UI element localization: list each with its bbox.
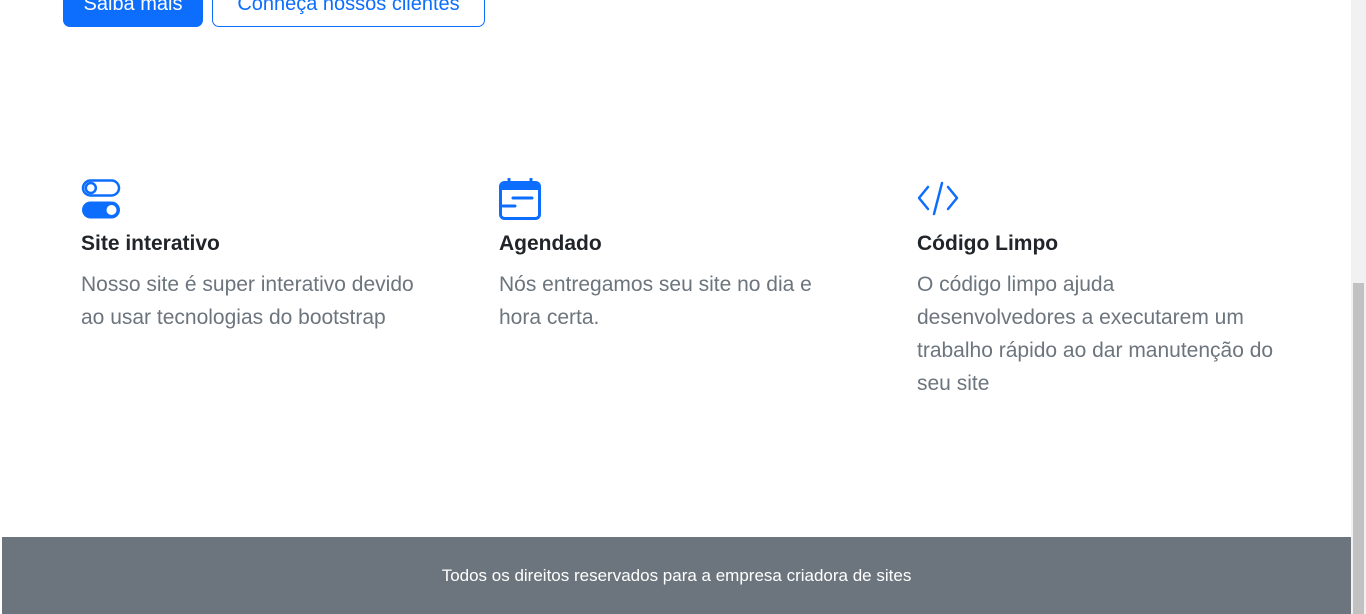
feature-title: Site interativo <box>81 232 220 255</box>
feature-site-interativo: Site interativo Nosso site é super inter… <box>81 178 441 334</box>
code-icon <box>917 181 959 216</box>
toggles-icon <box>81 179 121 219</box>
feature-title: Agendado <box>499 232 602 255</box>
vertical-scrollbar[interactable] <box>1351 0 1366 614</box>
feature-text: Nós entregamos seu site no dia e hora ce… <box>499 273 812 329</box>
saiba-mais-button[interactable]: Saiba mais <box>63 0 203 27</box>
calendar-icon <box>499 178 541 220</box>
feature-text: O código limpo ajuda desenvolvedores a e… <box>917 273 1274 395</box>
footer: Todos os direitos reservados para a empr… <box>2 537 1351 614</box>
feature-text: Nosso site é super interativo devido ao … <box>81 273 414 329</box>
page: Saiba mais Conheça nossos clientes Site … <box>0 0 1366 614</box>
feature-title: Código Limpo <box>917 232 1059 255</box>
footer-text: Todos os direitos reservados para a empr… <box>441 565 912 585</box>
feature-agendado: Agendado Nós entregamos seu site no dia … <box>499 178 859 334</box>
feature-codigo-limpo: Código Limpo O código limpo ajuda desenv… <box>917 178 1277 400</box>
scrollbar-thumb[interactable] <box>1353 283 1364 614</box>
conheca-clientes-button[interactable]: Conheça nossos clientes <box>212 0 485 27</box>
